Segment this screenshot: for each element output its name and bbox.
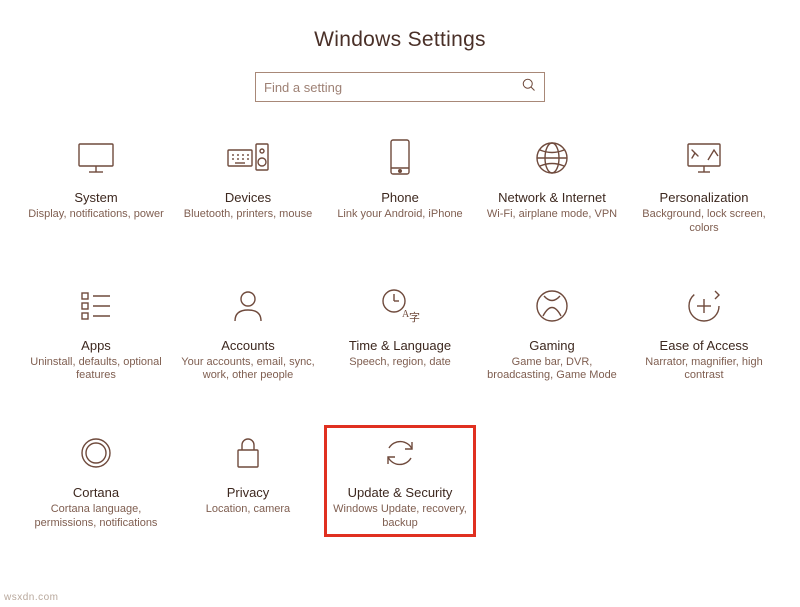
category-title: Cortana xyxy=(73,485,119,500)
svg-text:字: 字 xyxy=(409,310,420,324)
category-title: Privacy xyxy=(227,485,270,500)
category-phone[interactable]: Phone Link your Android, iPhone xyxy=(324,130,476,242)
page-title: Windows Settings xyxy=(0,28,800,52)
sync-icon xyxy=(381,429,419,477)
watermark: wsxdn.com xyxy=(4,592,59,603)
category-apps[interactable]: Apps Uninstall, defaults, optional featu… xyxy=(20,278,172,390)
category-accounts[interactable]: Accounts Your accounts, email, sync, wor… xyxy=(172,278,324,390)
category-desc: Display, notifications, power xyxy=(28,208,164,222)
phone-icon xyxy=(387,134,413,182)
category-title: Network & Internet xyxy=(498,190,606,205)
category-desc: Location, camera xyxy=(206,503,290,517)
category-desc: Uninstall, defaults, optional features xyxy=(28,356,164,384)
category-personalization[interactable]: Personalization Background, lock screen,… xyxy=(628,130,780,242)
category-desc: Narrator, magnifier, high contrast xyxy=(636,356,772,384)
category-desc: Game bar, DVR, broadcasting, Game Mode xyxy=(484,356,620,384)
search-icon xyxy=(521,77,536,97)
keyboard-speaker-icon xyxy=(226,134,270,182)
category-title: Update & Security xyxy=(348,485,453,500)
category-desc: Speech, region, date xyxy=(349,356,451,370)
category-title: Apps xyxy=(81,338,111,353)
category-devices[interactable]: Devices Bluetooth, printers, mouse xyxy=(172,130,324,242)
category-update-security[interactable]: Update & Security Windows Update, recove… xyxy=(324,425,476,537)
category-cortana[interactable]: Cortana Cortana language, permissions, n… xyxy=(20,425,172,537)
category-network[interactable]: Network & Internet Wi-Fi, airplane mode,… xyxy=(476,130,628,242)
category-title: Devices xyxy=(225,190,271,205)
list-icon xyxy=(78,282,114,330)
category-desc: Bluetooth, printers, mouse xyxy=(184,208,312,222)
category-desc: Your accounts, email, sync, work, other … xyxy=(180,356,316,384)
search-input[interactable] xyxy=(264,80,515,95)
ease-of-access-icon xyxy=(685,282,723,330)
clock-language-icon: A 字 xyxy=(380,282,420,330)
category-ease-of-access[interactable]: Ease of Access Narrator, magnifier, high… xyxy=(628,278,780,390)
category-title: Phone xyxy=(381,190,419,205)
category-title: Accounts xyxy=(221,338,274,353)
globe-icon xyxy=(533,134,571,182)
paint-icon xyxy=(684,134,724,182)
category-desc: Link your Android, iPhone xyxy=(337,208,462,222)
category-time-language[interactable]: A 字 Time & Language Speech, region, date xyxy=(324,278,476,390)
category-title: Personalization xyxy=(660,190,749,205)
category-gaming[interactable]: Gaming Game bar, DVR, broadcasting, Game… xyxy=(476,278,628,390)
category-title: System xyxy=(74,190,117,205)
category-desc: Cortana language, permissions, notificat… xyxy=(28,503,164,531)
xbox-icon xyxy=(533,282,571,330)
display-icon xyxy=(75,134,117,182)
category-system[interactable]: System Display, notifications, power xyxy=(20,130,172,242)
category-title: Gaming xyxy=(529,338,575,353)
category-desc: Background, lock screen, colors xyxy=(636,208,772,236)
category-privacy[interactable]: Privacy Location, camera xyxy=(172,425,324,537)
category-title: Time & Language xyxy=(349,338,451,353)
search-box[interactable] xyxy=(255,72,545,102)
lock-icon xyxy=(232,429,264,477)
category-title: Ease of Access xyxy=(660,338,749,353)
category-desc: Windows Update, recovery, backup xyxy=(332,503,468,531)
person-icon xyxy=(231,282,265,330)
cortana-icon xyxy=(77,429,115,477)
category-desc: Wi-Fi, airplane mode, VPN xyxy=(487,208,617,222)
